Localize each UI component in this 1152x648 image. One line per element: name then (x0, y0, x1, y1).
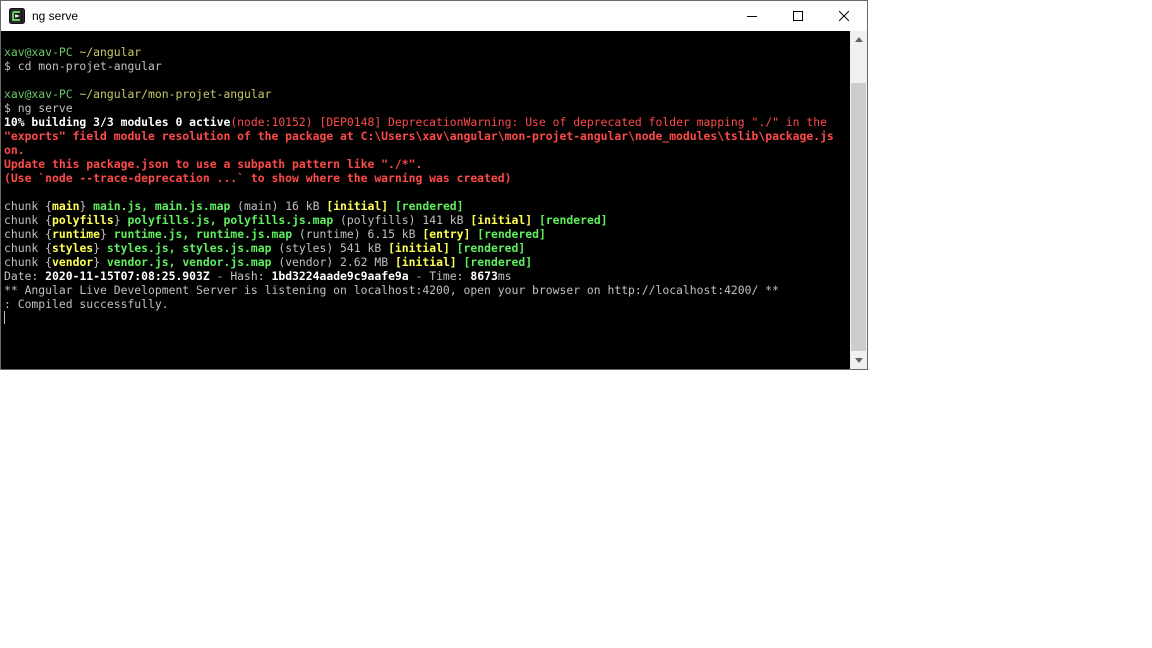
terminal-text-segment: ~/angular (79, 45, 142, 59)
terminal-text-segment: [initial] (394, 255, 457, 269)
prompt-line[interactable] (4, 311, 834, 325)
terminal-text-segment: (styles) 541 kB (271, 241, 389, 255)
terminal-line: xav@xav-PC ~/angular/mon-projet-angular (4, 87, 834, 101)
terminal-text-segment: $ ng serve (4, 101, 73, 115)
terminal-text-segment: [entry] (422, 227, 471, 241)
terminal-text-segment: chunk { (4, 199, 53, 213)
terminal-text-segment: (main) 16 kB (230, 199, 327, 213)
terminal-text-segment: 10% building 3/3 modules 0 active (4, 115, 231, 129)
terminal-text-segment: chunk { (4, 255, 53, 269)
scrollbar-thumb[interactable] (851, 83, 866, 351)
terminal-text-segment: xav@xav-PC (4, 87, 80, 101)
window-title: ng serve (32, 9, 79, 23)
terminal-text-segment: polyfills.js, polyfills.js.map (127, 213, 334, 227)
terminal-text-segment: 2020-11-15T07:08:25.903Z (45, 269, 210, 283)
terminal-text-segment: 1bd3224aade9c9aafe9a (271, 269, 409, 283)
terminal-text-segment: ** Angular Live Development Server is li… (4, 283, 779, 297)
terminal-output[interactable]: xav@xav-PC ~/angular $ cd mon-projet-angu… (1, 31, 850, 369)
terminal-text-segment: vendor.js, vendor.js.map (106, 255, 272, 269)
terminal-text-segment: on. (4, 143, 25, 157)
terminal-line: "exports" field module resolution of the… (4, 129, 834, 143)
terminal-text-segment: [initial] (470, 213, 533, 227)
terminal-line: $ ng serve (4, 101, 834, 115)
minimize-button[interactable] (729, 1, 775, 31)
terminal-text-segment: runtime.js, runtime.js.map (113, 227, 293, 241)
terminal-line: chunk {polyfills} polyfills.js, polyfill… (4, 213, 834, 227)
terminal-text-segment: chunk { (4, 213, 53, 227)
scroll-up-arrow-icon (854, 37, 863, 42)
terminal-text-segment: styles.js, styles.js.map (106, 241, 272, 255)
terminal-line: $ cd mon-projet-angular (4, 59, 834, 73)
terminal-text-segment: (vendor) 2.62 MB (271, 255, 395, 269)
terminal-text-segment: [rendered] (463, 255, 533, 269)
terminal-text-segment: : Compiled successfully. (4, 297, 169, 311)
terminal-text-segment: chunk { (4, 227, 53, 241)
terminal-text-segment: } (93, 255, 107, 269)
maximize-icon (793, 11, 803, 21)
terminal-text-segment: polyfills (52, 213, 114, 227)
terminal-line: Date: 2020-11-15T07:08:25.903Z - Hash: 1… (4, 269, 834, 283)
vertical-scrollbar[interactable] (850, 31, 867, 369)
terminal-text-segment: xav@xav-PC (4, 45, 80, 59)
terminal-line: : Compiled successfully. (4, 297, 834, 311)
terminal-text-segment: main (52, 199, 80, 213)
title-bar[interactable]: ng serve (1, 1, 867, 31)
terminal-app-icon[interactable] (9, 8, 25, 24)
terminal-text-segment: ms (497, 269, 512, 283)
terminal-text-segment: (Use `node --trace-deprecation ...` to s… (4, 171, 512, 185)
terminal-text-segment: 8673 (470, 269, 498, 283)
terminal-text-segment: - Hash: (209, 269, 272, 283)
terminal-line: ** Angular Live Development Server is li… (4, 283, 834, 297)
terminal-text-segment: } (79, 199, 94, 213)
terminal-line: (Use `node --trace-deprecation ...` to s… (4, 171, 834, 185)
terminal-text-segment: - Time: (408, 269, 471, 283)
terminal-text-segment: runtime (52, 227, 101, 241)
terminal-text-segment: } (100, 227, 114, 241)
terminal-line: 10% building 3/3 modules 0 active(node:1… (4, 115, 834, 129)
terminal-line: chunk {styles} styles.js, styles.js.map … (4, 241, 834, 255)
terminal-text-segment: ~/angular/mon-projet-angular (79, 87, 272, 101)
terminal-text-segment: vendor (52, 255, 94, 269)
terminal-text-segment: [rendered] (477, 227, 546, 241)
minimize-icon (747, 16, 757, 17)
terminal-line: on. (4, 143, 834, 157)
terminal-text-segment: chunk { (4, 241, 53, 255)
terminal-text-segment: Update this package.json to use a subpat… (4, 157, 423, 171)
terminal-line: Update this package.json to use a subpat… (4, 157, 834, 171)
terminal-text-segment: $ cd mon-projet-angular (4, 59, 162, 73)
terminal-text-segment: [rendered] (538, 213, 608, 227)
terminal-text-segment: (runtime) 6.15 kB (292, 227, 423, 241)
terminal-text-segment: [initial] (326, 199, 389, 213)
maximize-button[interactable] (775, 1, 821, 31)
terminal-window: ng serve xav@xav-PC ~/angular $ cd mon-pr… (0, 0, 868, 370)
text-cursor (4, 311, 5, 324)
terminal-text-segment: [rendered] (394, 199, 464, 213)
terminal-text-segment: "exports" field module resolution of the… (4, 129, 834, 143)
terminal-line: chunk {runtime} runtime.js, runtime.js.m… (4, 227, 834, 241)
terminal-text-segment: styles (52, 241, 94, 255)
terminal-line: xav@xav-PC ~/angular (4, 45, 834, 59)
terminal-line: chunk {vendor} vendor.js, vendor.js.map … (4, 255, 834, 269)
terminal-text-segment: Date: (4, 269, 46, 283)
terminal-text-segment: [initial] (388, 241, 450, 255)
terminal-text-segment: (polyfills) 141 kB (333, 213, 471, 227)
scroll-up-button[interactable] (850, 31, 867, 48)
terminal-text-segment: (node:10152) [DEP0148] DeprecationWarnin… (230, 115, 827, 129)
close-icon (839, 11, 849, 21)
terminal-text-segment: main.js, main.js.map (93, 199, 231, 213)
terminal-text-segment: } (93, 241, 107, 255)
terminal-line: chunk {main} main.js, main.js.map (main)… (4, 199, 834, 213)
scroll-down-arrow-icon (854, 358, 863, 363)
scroll-down-button[interactable] (850, 352, 867, 369)
terminal-text-segment: } (113, 213, 128, 227)
terminal-text-segment: [rendered] (456, 241, 526, 255)
terminal-lines: xav@xav-PC ~/angular $ cd mon-projet-angu… (4, 45, 834, 325)
close-button[interactable] (821, 1, 867, 31)
